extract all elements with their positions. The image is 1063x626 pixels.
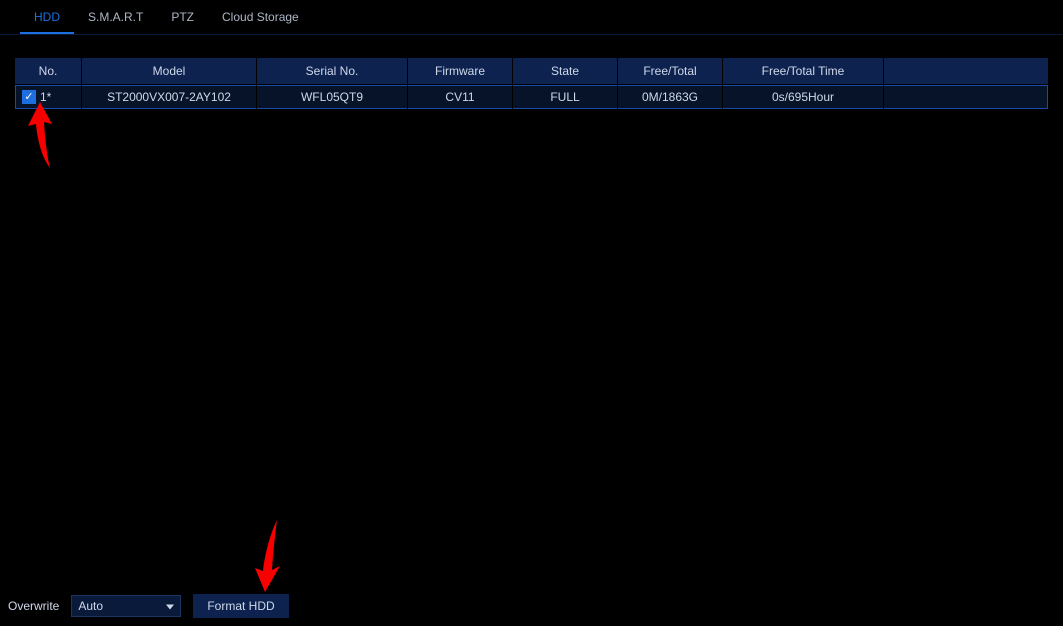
header-serial[interactable]: Serial No.: [257, 58, 407, 84]
format-hdd-button[interactable]: Format HDD: [193, 594, 288, 618]
header-state[interactable]: State: [513, 58, 617, 84]
overwrite-label: Overwrite: [8, 599, 59, 613]
tabs-bar: HDD S.M.A.R.T PTZ Cloud Storage: [0, 0, 1063, 35]
hdd-table: No. Model Serial No. Firmware State Free…: [14, 57, 1049, 110]
annotation-arrow-icon: [26, 102, 54, 170]
annotation-arrow-icon: [255, 520, 285, 592]
tab-smart[interactable]: S.M.A.R.T: [74, 6, 157, 34]
tab-ptz[interactable]: PTZ: [157, 6, 208, 34]
footer-bar: Overwrite Auto Format HDD: [8, 594, 289, 618]
header-free-total[interactable]: Free/Total: [618, 58, 722, 84]
cell-state: FULL: [513, 85, 617, 109]
row-checkbox[interactable]: [22, 90, 36, 104]
cell-model: ST2000VX007-2AY102: [82, 85, 256, 109]
cell-firmware: CV11: [408, 85, 512, 109]
header-free-total-time[interactable]: Free/Total Time: [723, 58, 883, 84]
cell-free-total-time: 0s/695Hour: [723, 85, 883, 109]
header-empty: [884, 58, 1048, 84]
overwrite-select[interactable]: Auto: [71, 595, 181, 617]
tab-hdd[interactable]: HDD: [20, 6, 74, 34]
cell-free-total: 0M/1863G: [618, 85, 722, 109]
hdd-table-container: No. Model Serial No. Firmware State Free…: [14, 57, 1049, 110]
cell-empty: [884, 85, 1048, 109]
header-no[interactable]: No.: [15, 58, 81, 84]
header-model[interactable]: Model: [82, 58, 256, 84]
header-firmware[interactable]: Firmware: [408, 58, 512, 84]
table-row[interactable]: 1* ST2000VX007-2AY102 WFL05QT9 CV11 FULL…: [15, 85, 1048, 109]
cell-no: 1*: [40, 90, 51, 104]
cell-serial: WFL05QT9: [257, 85, 407, 109]
tab-cloud-storage[interactable]: Cloud Storage: [208, 6, 313, 34]
overwrite-value: Auto: [78, 599, 103, 613]
